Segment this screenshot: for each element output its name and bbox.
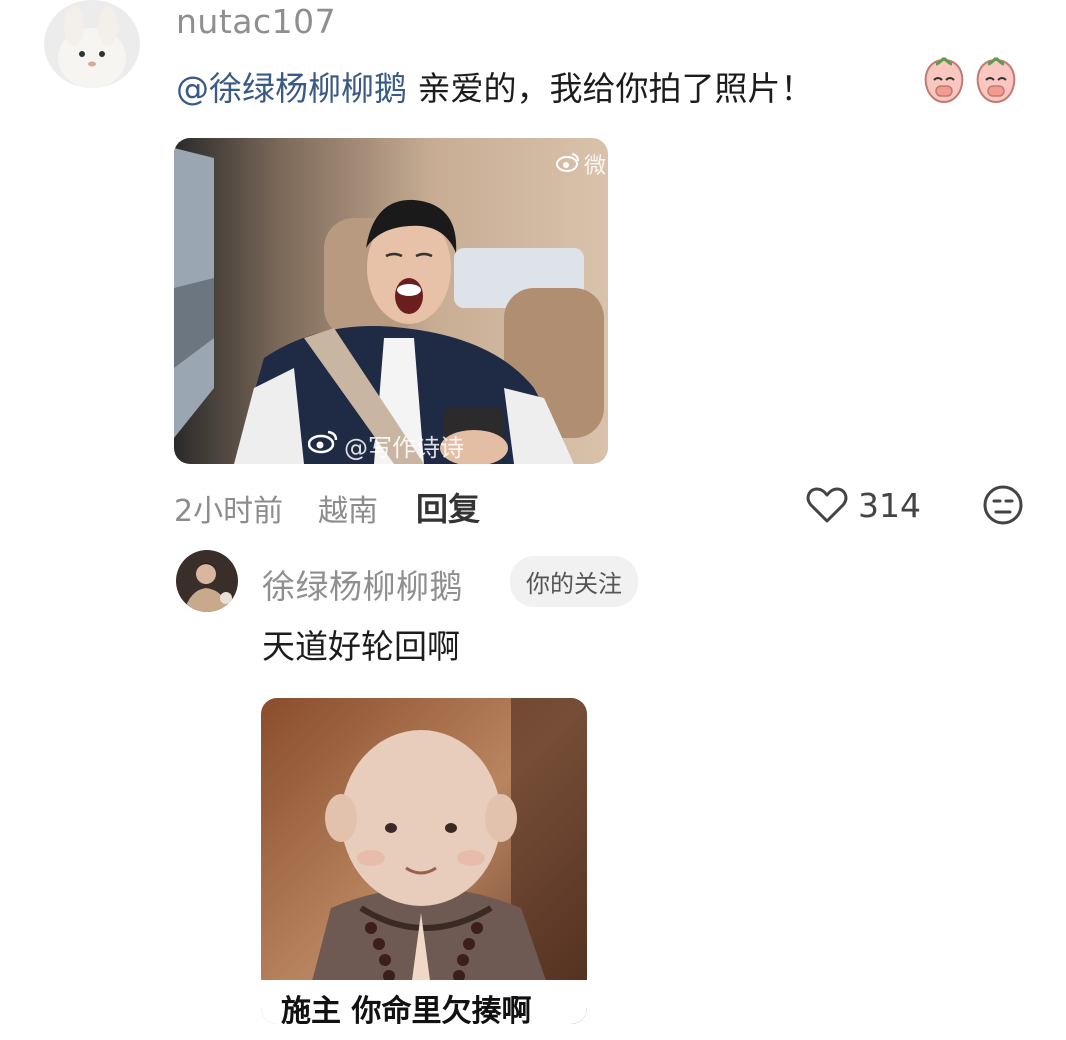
replier-username[interactable]: 徐绿杨柳柳鹅 <box>262 560 463 608</box>
peach-cover-face-icon <box>920 56 968 104</box>
mention-link[interactable]: @徐绿杨柳柳鹅 <box>176 69 407 108</box>
watermark-top: 微 <box>584 154 607 179</box>
comment-location: 越南 <box>318 494 378 529</box>
commenter-avatar[interactable] <box>44 0 140 88</box>
comment-time: 2小时前 <box>174 494 284 529</box>
emoji-reaction-icon[interactable] <box>982 484 1024 526</box>
comment-image[interactable]: 微 @写作诗诗 <box>174 138 608 464</box>
reply-button[interactable]: 回复 <box>416 484 480 530</box>
replier-avatar[interactable] <box>176 550 238 612</box>
comment-body: 亲爱的，我给你拍了照片！ <box>407 69 814 108</box>
following-badge: 你的关注 <box>510 556 638 607</box>
comment-text: @徐绿杨柳柳鹅 亲爱的，我给你拍了照片！ <box>176 62 814 110</box>
weibo-watermark-icon <box>308 430 338 454</box>
reply-image[interactable]: 施主 你命里欠揍啊 <box>261 698 587 1024</box>
peach-cover-face-icon <box>972 56 1020 104</box>
heart-icon[interactable] <box>806 486 848 524</box>
reply-text: 天道好轮回啊 <box>262 627 460 666</box>
meme-caption: 施主 你命里欠揍啊 <box>281 994 532 1024</box>
weibo-watermark-icon <box>556 152 580 172</box>
watermark-bottom: @写作诗诗 <box>344 434 464 462</box>
like-count: 314 <box>858 486 921 525</box>
commenter-username[interactable]: nutac107 <box>176 2 336 41</box>
